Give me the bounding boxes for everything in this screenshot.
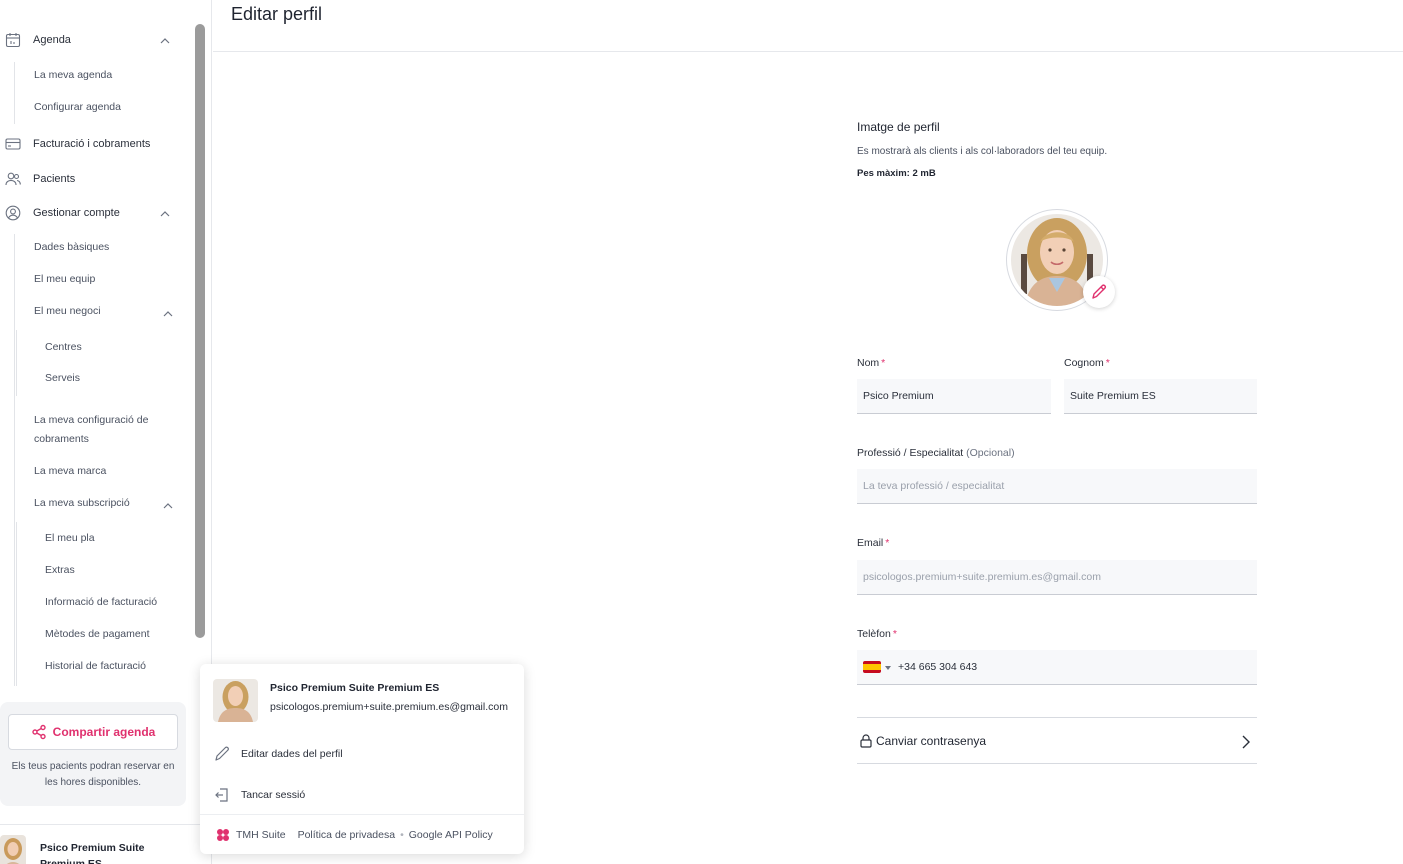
credit-card-icon: [5, 136, 21, 152]
profession-optional-text: (Opcional): [966, 447, 1015, 459]
email-field: [857, 560, 1257, 595]
google-api-policy-link[interactable]: Google API Policy: [409, 829, 493, 841]
profile-image-max-size: Pes màxim: 2 mB: [857, 168, 936, 179]
sidebar-item-extras[interactable]: Extras: [45, 561, 75, 580]
change-password-row[interactable]: Canviar contrasenya: [857, 717, 1257, 764]
popup-user-email: psicologos.premium+suite.premium.es@gmai…: [270, 701, 508, 713]
sidebar-item-gestionar-compte[interactable]: Gestionar compte: [0, 205, 120, 221]
last-name-label: Cognom *: [1064, 357, 1110, 369]
share-agenda-text: Els teus pacients podran reservar en les…: [11, 761, 175, 788]
edit-profile-label: Editar dades del perfil: [241, 748, 343, 760]
phone-label: Telèfon *: [857, 628, 897, 640]
email-label: Email *: [857, 537, 890, 549]
chevron-right-icon: [1242, 735, 1250, 749]
caret-down-icon[interactable]: [885, 666, 891, 670]
sidebar-user-footer[interactable]: Psico Premium Suite Premium ES: [0, 824, 211, 864]
sidebar-user-name: Psico Premium Suite Premium ES: [40, 842, 145, 864]
phone-field[interactable]: +34 665 304 643: [857, 650, 1257, 685]
first-name-input[interactable]: [857, 379, 1051, 414]
last-name-label-text: Cognom: [1064, 357, 1104, 369]
popup-user-name: Psico Premium Suite Premium ES: [270, 682, 440, 694]
profile-image-description: Es mostrarà als clients i als col·labora…: [857, 146, 1108, 157]
tree-line: [14, 234, 15, 686]
sidebar-item-informacio-facturacio[interactable]: Informació de facturació: [45, 593, 157, 612]
popup-footer: TMH Suite Política de privadesa • Google…: [200, 814, 524, 854]
spain-flag-icon[interactable]: [863, 661, 881, 673]
share-icon: [31, 724, 46, 740]
page-title: Editar perfil: [231, 4, 323, 24]
chevron-up-icon[interactable]: [160, 36, 170, 46]
pencil-icon: [215, 746, 229, 761]
share-agenda-button[interactable]: Compartir agenda: [8, 714, 178, 750]
edit-profile-menu-item[interactable]: Editar dades del perfil: [213, 745, 343, 763]
user-menu-popup: Psico Premium Suite Premium ES psicologo…: [200, 664, 524, 854]
avatar: [0, 835, 26, 864]
profession-input[interactable]: [857, 469, 1257, 504]
change-password-label: Canviar contrasenya: [876, 734, 987, 748]
sidebar-item-la-meva-agenda[interactable]: La meva agenda: [34, 66, 112, 85]
logout-label: Tancar sessió: [241, 789, 306, 801]
sidebar-item-historial-facturacio[interactable]: Historial de facturació: [45, 657, 146, 676]
share-agenda-panel: Compartir agenda Els teus pacients podra…: [0, 702, 186, 806]
tree-line: [16, 522, 17, 686]
share-agenda-label: Compartir agenda: [52, 725, 156, 739]
sidebar-item-metodes-pagament[interactable]: Mètodes de pagament: [45, 625, 150, 644]
tree-line: [14, 62, 15, 124]
user-circle-icon: [5, 205, 21, 221]
tree-line: [16, 330, 17, 396]
sidebar-item-dades-basiques[interactable]: Dades bàsiques: [34, 238, 109, 257]
sidebar-item-pacients[interactable]: Pacients: [0, 171, 75, 187]
profession-label-text: Professió / Especialitat: [857, 447, 964, 459]
page-header: Editar perfil: [213, 0, 1403, 52]
logout-icon: [215, 788, 228, 802]
tmh-logo-icon: [217, 828, 229, 841]
sidebar-item-el-meu-pla[interactable]: El meu pla: [45, 529, 95, 548]
sidebar-item-label: Pacients: [33, 173, 76, 185]
sidebar-item-centres[interactable]: Centres: [45, 338, 82, 357]
users-icon: [5, 171, 21, 187]
sidebar-item-configurar-agenda[interactable]: Configurar agenda: [34, 98, 121, 117]
chevron-up-icon[interactable]: [163, 501, 173, 511]
logout-menu-item[interactable]: Tancar sessió: [213, 786, 305, 804]
edit-photo-button[interactable]: [1083, 276, 1115, 308]
phone-label-text: Telèfon: [857, 628, 891, 640]
sidebar-scrollbar[interactable]: [195, 24, 205, 638]
sidebar-item-label: Gestionar compte: [33, 207, 120, 219]
sidebar-item-configuracio-cobraments[interactable]: La meva configuració de cobraments: [34, 411, 174, 449]
sidebar-item-facturacio[interactable]: Facturació i cobraments: [0, 136, 150, 152]
sidebar-item-label: Agenda: [33, 34, 71, 46]
chevron-up-icon[interactable]: [160, 209, 170, 219]
sidebar-item-el-meu-negoci[interactable]: El meu negoci: [34, 302, 101, 321]
sidebar-item-label: Facturació i cobraments: [33, 138, 151, 150]
brand-name: TMH Suite: [236, 828, 286, 841]
email-label-text: Email: [857, 537, 884, 549]
sidebar-item-la-meva-marca[interactable]: La meva marca: [34, 462, 106, 481]
phone-number-value[interactable]: +34 665 304 643: [898, 661, 977, 673]
calendar-icon: [5, 32, 21, 48]
sidebar-item-serveis[interactable]: Serveis: [45, 369, 80, 388]
separator-dot: •: [400, 828, 404, 841]
avatar: [213, 679, 258, 722]
first-name-label: Nom *: [857, 357, 886, 369]
sidebar-item-el-meu-equip[interactable]: El meu equip: [34, 270, 95, 289]
lock-icon: [860, 734, 872, 748]
profession-label: Professió / Especialitat (Opcional): [857, 447, 1015, 459]
chevron-up-icon[interactable]: [163, 309, 173, 319]
first-name-label-text: Nom: [857, 357, 880, 369]
sidebar-item-la-meva-subscripcio[interactable]: La meva subscripció: [34, 494, 130, 513]
sidebar-item-agenda[interactable]: Agenda: [0, 32, 71, 48]
privacy-policy-link[interactable]: Política de privadesa: [298, 829, 395, 841]
last-name-input[interactable]: [1064, 379, 1257, 414]
sidebar: Agenda La meva agenda Configurar agenda …: [0, 0, 212, 864]
profile-image-title: Imatge de perfil: [857, 120, 940, 134]
pencil-icon: [1092, 284, 1106, 299]
